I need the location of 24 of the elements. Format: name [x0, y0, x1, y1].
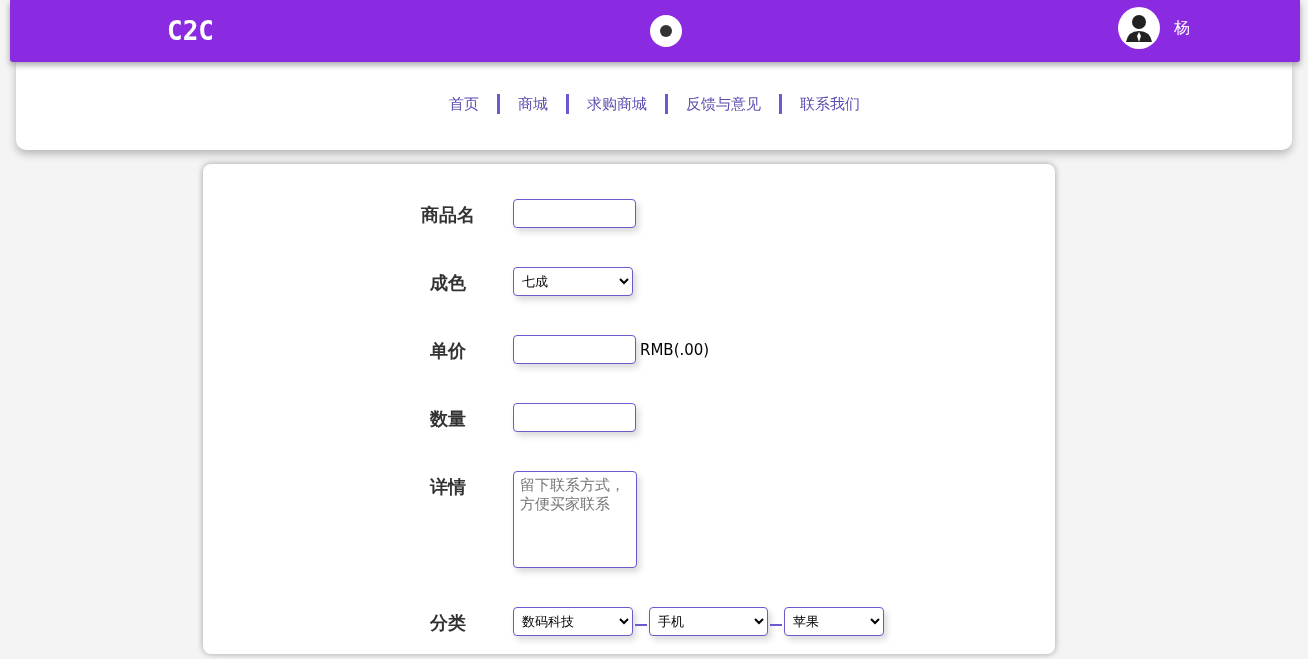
nav-link[interactable]: 首页: [430, 94, 497, 114]
dropdown[interactable]: 七成: [513, 267, 633, 296]
field-label: 成色: [430, 271, 466, 295]
field-label: 详情: [430, 475, 466, 499]
nav-link[interactable]: 商城: [496, 94, 566, 114]
details-field[interactable]: 留下联系方式，方便买家联系: [513, 471, 637, 568]
field-label: 单价: [430, 339, 466, 363]
field-label: 数量: [430, 407, 466, 431]
dropdown[interactable]: 数码科技: [513, 607, 633, 636]
field-label: 分类: [430, 611, 466, 635]
input-field[interactable]: [513, 199, 636, 228]
field-label: 商品名: [421, 203, 475, 227]
unit-label: RMB(.00): [640, 340, 710, 359]
avatar-icon[interactable]: [1118, 7, 1160, 49]
nav-link[interactable]: 求购商城: [565, 94, 665, 114]
input-field[interactable]: [513, 403, 636, 432]
nav-link[interactable]: 联系我们: [778, 94, 878, 114]
dropdown[interactable]: 手机: [649, 607, 768, 636]
site-logo[interactable]: C2C: [167, 16, 214, 46]
input-field[interactable]: [513, 335, 636, 364]
nav-link[interactable]: 反馈与意见: [664, 94, 779, 114]
user-name[interactable]: 杨: [1174, 17, 1190, 39]
dropdown[interactable]: 苹果: [784, 607, 884, 636]
circle-icon[interactable]: [649, 14, 683, 48]
